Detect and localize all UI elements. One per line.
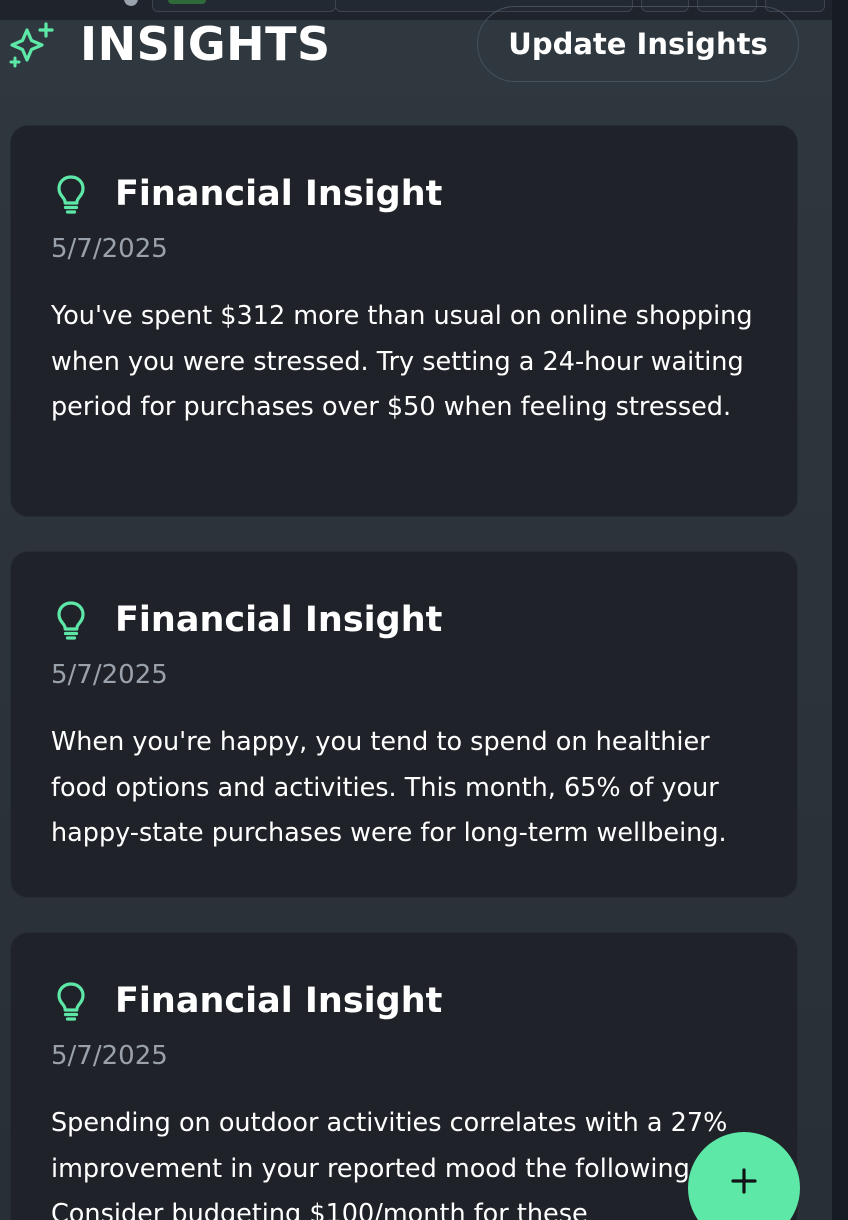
insight-text: You've spent $312 more than usual on onl… <box>51 301 753 423</box>
plus-icon <box>731 1168 757 1194</box>
lightbulb-icon <box>57 175 85 214</box>
insight-date: 5/7/2025 <box>51 234 168 264</box>
insight-card: Financial Insight 5/7/2025 When you're h… <box>10 551 798 898</box>
insight-text: Spending on outdoor activities correlate… <box>51 1108 750 1220</box>
lightbulb-icon <box>57 601 85 640</box>
insight-text: When you're happy, you tend to spend on … <box>51 727 727 849</box>
insight-title: Financial Insight <box>115 600 443 640</box>
insight-date: 5/7/2025 <box>51 660 168 690</box>
sparkle-icon <box>9 22 54 68</box>
page-title: INSIGHTS <box>80 17 331 71</box>
insights-page: INSIGHTS Update Insights Financial Insig… <box>0 0 848 1220</box>
insight-date: 5/7/2025 <box>51 1041 168 1071</box>
insight-title: Financial Insight <box>115 981 443 1021</box>
insight-card: Financial Insight 5/7/2025 Spending on o… <box>10 932 798 1220</box>
scrollbar[interactable] <box>832 0 848 1220</box>
insight-title: Financial Insight <box>115 174 443 214</box>
update-insights-button[interactable]: Update Insights <box>477 6 799 82</box>
insight-card: Financial Insight 5/7/2025 You've spent … <box>10 125 798 517</box>
lightbulb-icon <box>57 982 85 1021</box>
page-header: INSIGHTS Update Insights <box>0 0 832 90</box>
